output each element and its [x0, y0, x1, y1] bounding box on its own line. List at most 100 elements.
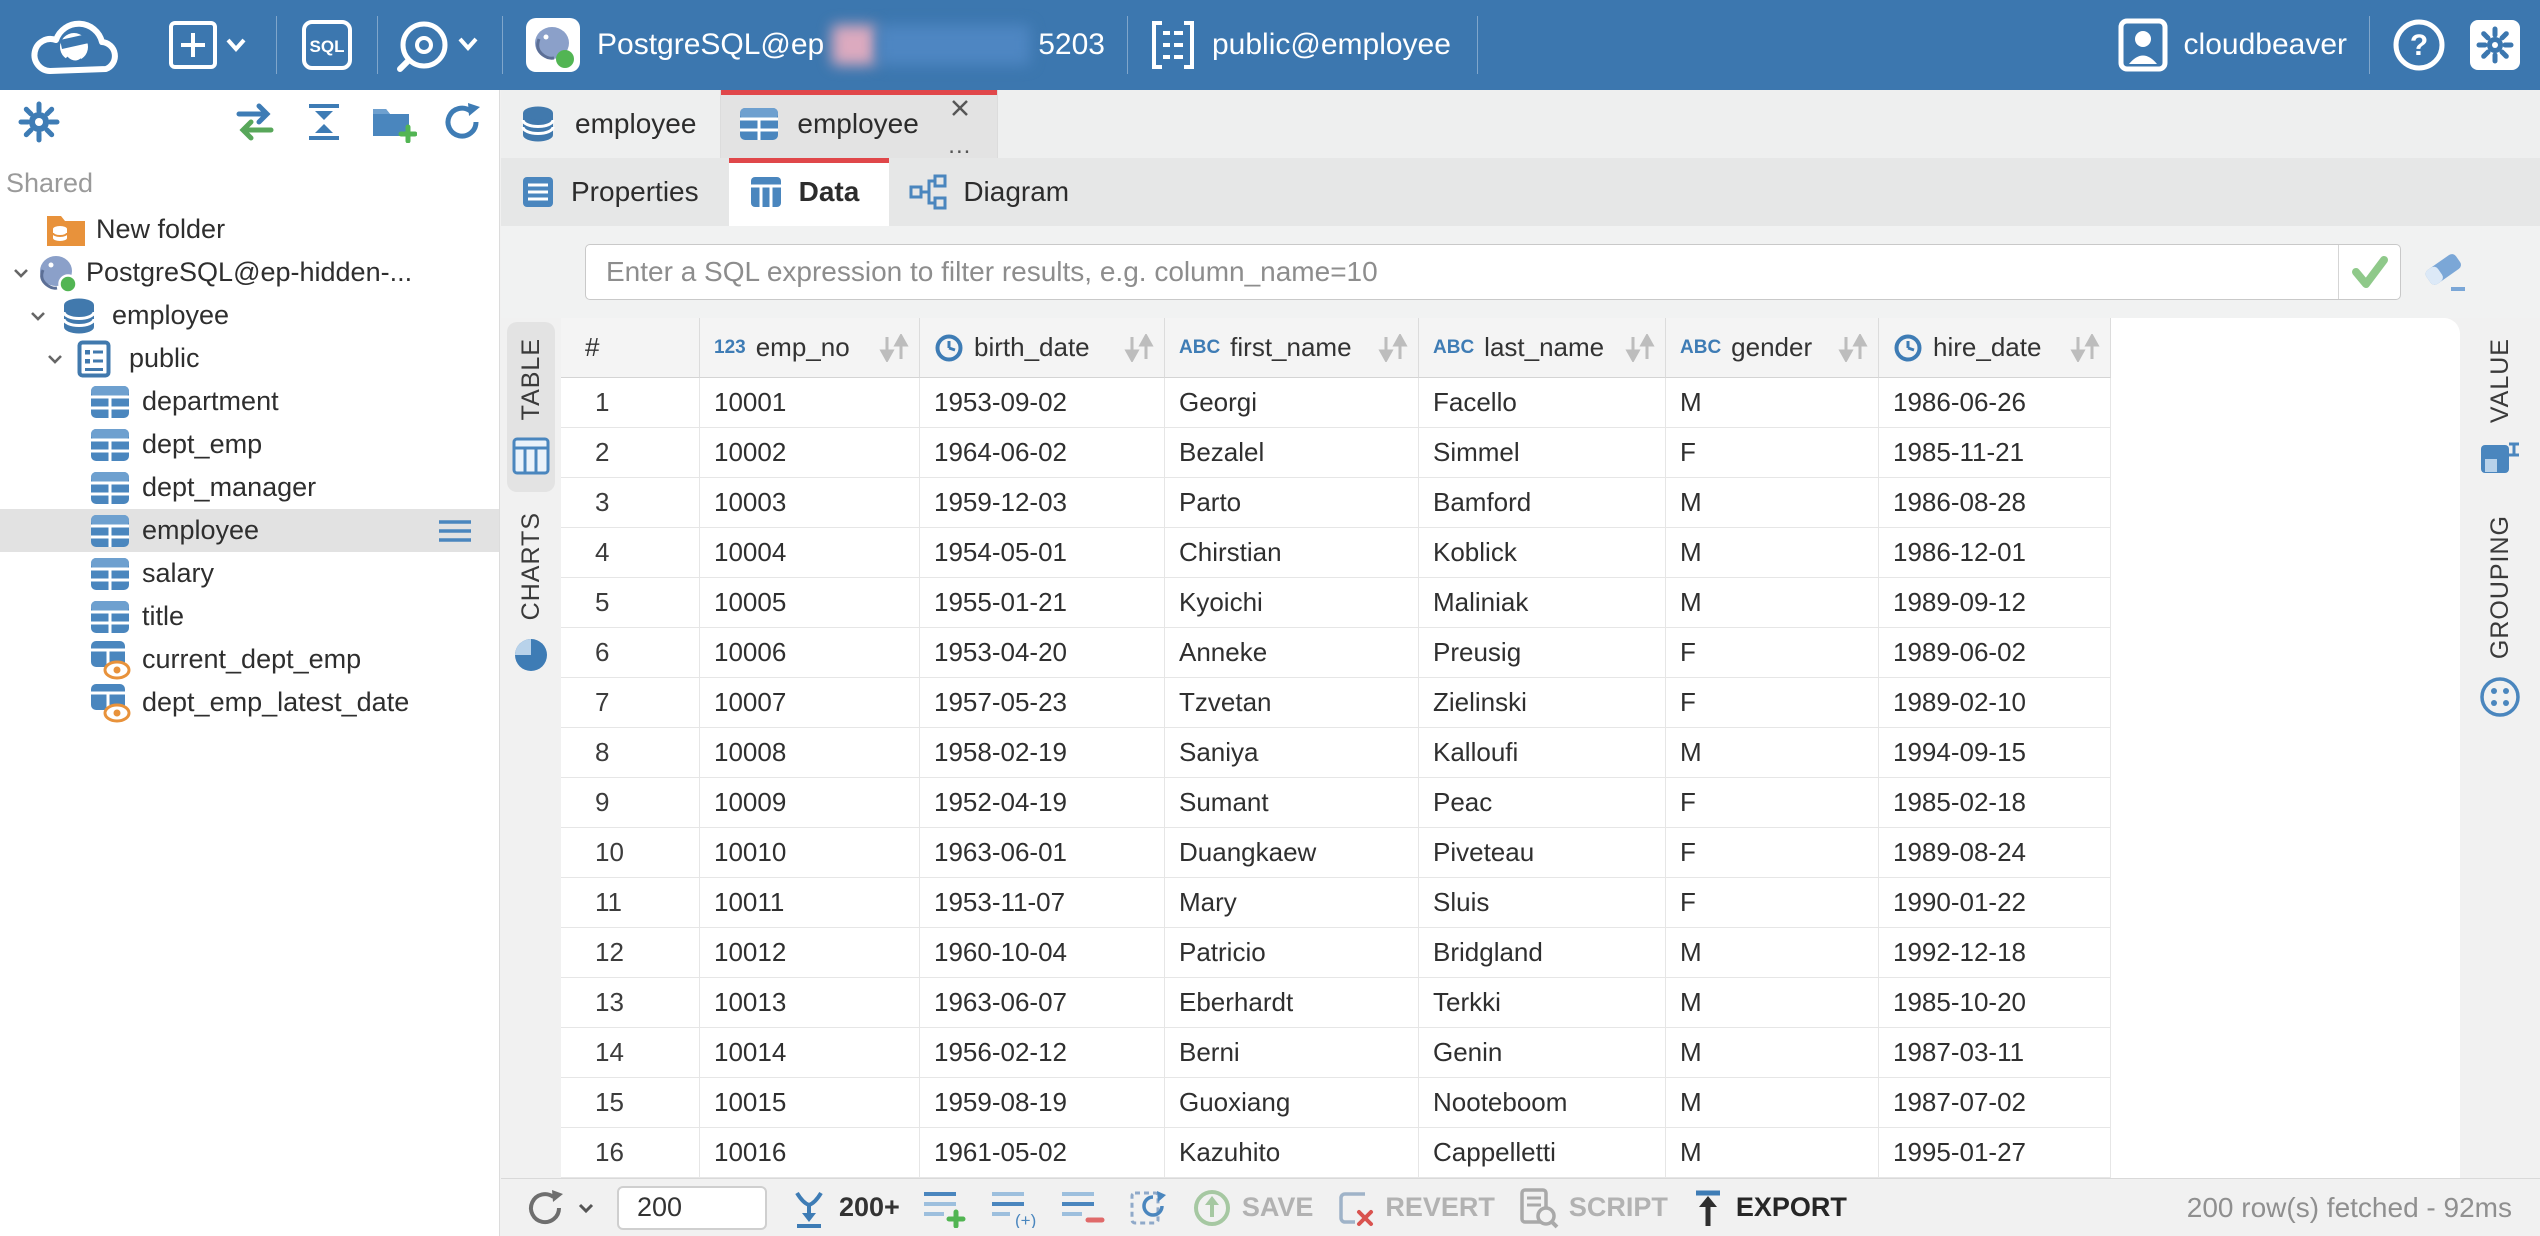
add-row-button[interactable] [922, 1188, 968, 1228]
data-cell[interactable]: Bridgland [1419, 928, 1666, 978]
data-cell[interactable]: Chirstian [1165, 528, 1419, 578]
script-button[interactable]: SCRIPT [1517, 1187, 1668, 1229]
data-cell[interactable]: Bezalel [1165, 428, 1419, 478]
close-icon[interactable] [947, 95, 973, 121]
chevron-down-icon[interactable] [27, 305, 49, 327]
data-cell[interactable]: 1989-09-12 [1879, 578, 2111, 628]
data-cell[interactable]: Tzvetan [1165, 678, 1419, 728]
data-cell[interactable]: Piveteau [1419, 828, 1666, 878]
data-cell[interactable]: Duangkaew [1165, 828, 1419, 878]
data-cell[interactable]: 1990-01-22 [1879, 878, 2111, 928]
data-cell[interactable]: 1953-09-02 [920, 378, 1165, 428]
sort-icon[interactable] [1836, 334, 1870, 362]
row-number-cell[interactable]: 14 [561, 1028, 700, 1078]
panel-tab-value[interactable]: VALUE [2475, 322, 2525, 495]
data-cell[interactable]: 1986-08-28 [1879, 478, 2111, 528]
tab-menu-icon[interactable]: ... [948, 139, 971, 153]
sidebar-item-employee[interactable]: employee [0, 294, 499, 337]
filter-input[interactable] [586, 256, 2338, 288]
data-cell[interactable]: 1961-05-02 [920, 1128, 1165, 1178]
data-cell[interactable]: 1958-02-19 [920, 728, 1165, 778]
row-number-cell[interactable]: 6 [561, 628, 700, 678]
sidebar-item-postgresql-ep-hidden[interactable]: PostgreSQL@ep-hidden-... [0, 251, 499, 294]
sidebar-item-dept-emp-latest-date[interactable]: dept_emp_latest_date [0, 681, 499, 724]
tab-properties[interactable]: Properties [501, 158, 729, 226]
data-cell[interactable]: F [1666, 828, 1879, 878]
panel-tab-table[interactable]: TABLE [507, 322, 555, 492]
data-cell[interactable]: M [1666, 978, 1879, 1028]
data-cell[interactable]: 1989-08-24 [1879, 828, 2111, 878]
sort-icon[interactable] [1376, 334, 1410, 362]
column-header-emp_no[interactable]: 123emp_no [700, 318, 920, 378]
sidebar-item-department[interactable]: department [0, 380, 499, 423]
column-header-first_name[interactable]: ABCfirst_name [1165, 318, 1419, 378]
data-cell[interactable]: Terkki [1419, 978, 1666, 1028]
data-cell[interactable]: Berni [1165, 1028, 1419, 1078]
data-cell[interactable]: Georgi [1165, 378, 1419, 428]
settings-icon[interactable] [2468, 18, 2522, 72]
data-cell[interactable]: Guoxiang [1165, 1078, 1419, 1128]
data-cell[interactable]: Kazuhito [1165, 1128, 1419, 1178]
panel-tab-grouping[interactable]: GROUPING [2474, 499, 2526, 735]
refresh-tree-icon[interactable] [441, 101, 483, 143]
clear-filter-icon[interactable] [2421, 249, 2469, 295]
chevron-down-icon[interactable] [10, 262, 32, 284]
data-cell[interactable]: 1959-12-03 [920, 478, 1165, 528]
row-number-cell[interactable]: 9 [561, 778, 700, 828]
row-number-cell[interactable]: 11 [561, 878, 700, 928]
data-cell[interactable]: 1986-06-26 [1879, 378, 2111, 428]
data-cell[interactable]: 1995-01-27 [1879, 1128, 2111, 1178]
delete-row-button[interactable] [1060, 1188, 1106, 1228]
column-header-last_name[interactable]: ABClast_name [1419, 318, 1666, 378]
tab-diagram[interactable]: Diagram [889, 158, 1099, 226]
data-cell[interactable]: 10001 [700, 378, 920, 428]
sidebar-item-dept-emp[interactable]: dept_emp [0, 423, 499, 466]
data-cell[interactable]: Peac [1419, 778, 1666, 828]
row-number-cell[interactable]: 4 [561, 528, 700, 578]
help-icon[interactable]: ? [2392, 18, 2446, 72]
data-cell[interactable]: 1987-03-11 [1879, 1028, 2111, 1078]
row-number-cell[interactable]: 5 [561, 578, 700, 628]
data-cell[interactable]: 1985-10-20 [1879, 978, 2111, 1028]
data-cell[interactable]: Preusig [1419, 628, 1666, 678]
data-cell[interactable]: M [1666, 378, 1879, 428]
data-cell[interactable]: Genin [1419, 1028, 1666, 1078]
row-number-cell[interactable]: 1 [561, 378, 700, 428]
driver-manager-button[interactable] [394, 17, 486, 73]
data-cell[interactable]: Patricio [1165, 928, 1419, 978]
sort-icon[interactable] [2068, 334, 2102, 362]
row-number-cell[interactable]: 13 [561, 978, 700, 1028]
column-header-rownum[interactable]: # [561, 318, 700, 378]
data-cell[interactable]: 1989-06-02 [1879, 628, 2111, 678]
data-cell[interactable]: F [1666, 628, 1879, 678]
data-cell[interactable]: Parto [1165, 478, 1419, 528]
data-cell[interactable]: Saniya [1165, 728, 1419, 778]
row-number-cell[interactable]: 12 [561, 928, 700, 978]
editor-tab-employee-1[interactable]: employee... [721, 90, 997, 158]
data-cell[interactable]: 1953-04-20 [920, 628, 1165, 678]
apply-filter-icon[interactable] [2338, 245, 2400, 299]
row-number-cell[interactable]: 16 [561, 1128, 700, 1178]
data-cell[interactable]: 1994-09-15 [1879, 728, 2111, 778]
data-cell[interactable]: 10011 [700, 878, 920, 928]
data-cell[interactable]: 1957-05-23 [920, 678, 1165, 728]
data-cell[interactable]: 1952-04-19 [920, 778, 1165, 828]
navigator-settings-icon[interactable] [16, 99, 62, 145]
sidebar-item-salary[interactable]: salary [0, 552, 499, 595]
collapse-all-icon[interactable] [303, 101, 345, 143]
data-cell[interactable]: Bamford [1419, 478, 1666, 528]
column-header-hire_date[interactable]: hire_date [1879, 318, 2111, 378]
data-cell[interactable]: 10002 [700, 428, 920, 478]
row-number-cell[interactable]: 10 [561, 828, 700, 878]
data-cell[interactable]: 10009 [700, 778, 920, 828]
data-cell[interactable]: 10005 [700, 578, 920, 628]
column-header-gender[interactable]: ABCgender [1666, 318, 1879, 378]
sidebar-item-title[interactable]: title [0, 595, 499, 638]
refresh-results-button[interactable] [523, 1186, 595, 1230]
user-name[interactable]: cloudbeaver [2184, 28, 2347, 62]
sidebar-item-current-dept-emp[interactable]: current_dept_emp [0, 638, 499, 681]
data-cell[interactable]: 1985-02-18 [1879, 778, 2111, 828]
data-cell[interactable]: 10012 [700, 928, 920, 978]
data-cell[interactable]: 1960-10-04 [920, 928, 1165, 978]
sort-icon[interactable] [877, 334, 911, 362]
